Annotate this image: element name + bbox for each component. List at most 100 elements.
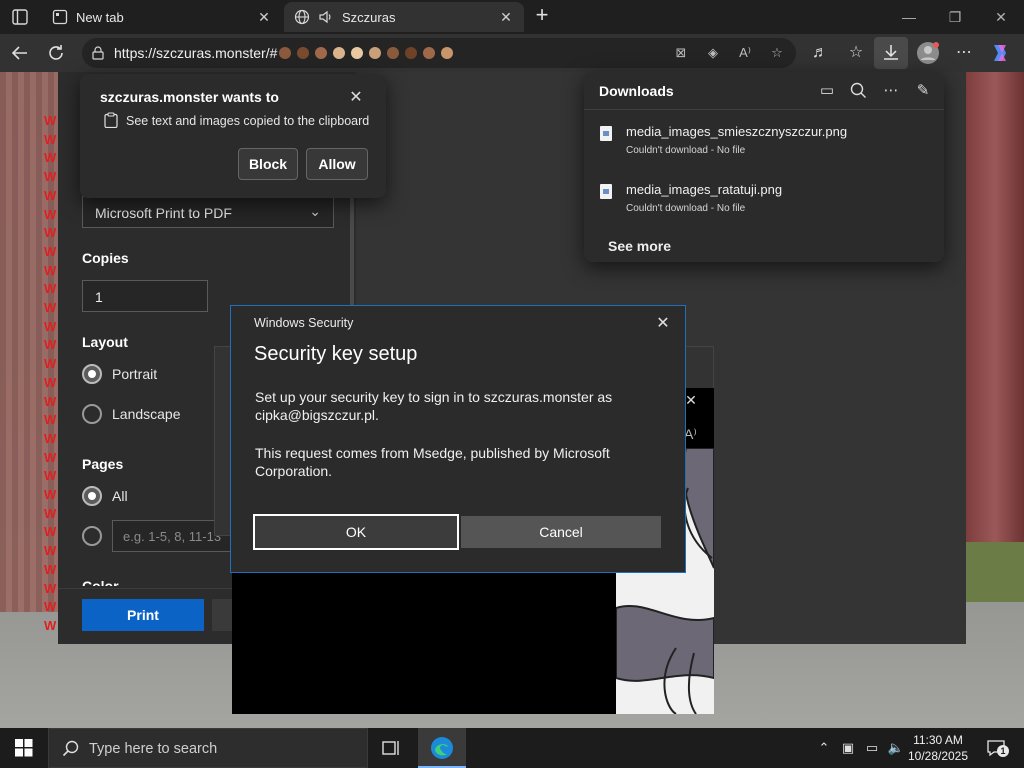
volume-muted-icon[interactable]: 🔈 [886,738,906,758]
dialog-body: Set up your security key to sign in to s… [255,388,655,500]
portrait-label: Portrait [112,366,158,382]
color-label: Color [82,578,119,586]
taskbar: Type here to search ⌃ ▣ ▭ 🔈 11:30 AM 10/… [0,728,1024,768]
cancel-button[interactable]: Cancel [461,516,661,548]
close-icon[interactable]: ✕ [651,312,675,336]
clipboard-icon [104,112,118,128]
open-folder-icon[interactable]: ▭ [816,80,838,102]
ok-button[interactable]: OK [253,514,459,550]
see-more-link[interactable]: See more [608,238,671,254]
copies-input[interactable]: 1 [82,280,208,312]
download-status: Couldn't download - No file [626,145,746,156]
chevron-down-icon: ⌄ [309,203,321,219]
tab-close-icon[interactable]: ✕ [252,9,276,26]
layout-label: Layout [82,334,128,350]
landscape-radio[interactable] [82,404,102,424]
downloads-flyout: Downloads ▭ ⋯ ✎ media_images_smieszcznys… [584,72,944,262]
allow-button[interactable]: Allow [306,148,368,180]
lock-icon[interactable] [90,45,106,61]
download-filename: media_images_ratatuji.png [626,182,783,197]
copies-label: Copies [82,250,129,266]
close-icon[interactable]: ✕ [346,88,366,108]
tab-label: New tab [76,9,124,25]
red-letter-column: WWWWWWWWWWWWWWWWWWWWWWWWWWWW [44,113,57,633]
printer-value: Microsoft Print to PDF [95,205,232,221]
image-file-icon [600,184,612,199]
windows-security-dialog: Windows Security ✕ Security key setup Se… [230,305,686,573]
permission-description: See text and images copied to the clipbo… [126,114,370,128]
background-grass [966,542,1024,602]
globe-icon [294,9,310,25]
pin-icon[interactable]: ✎ [912,80,934,102]
new-tab-button[interactable]: + [530,4,554,28]
favorites-icon[interactable]: ☆ [844,41,868,65]
search-placeholder: Type here to search [89,741,218,757]
clock-time: 11:30 AM [913,733,963,747]
dialog-message: Set up your security key to sign in to s… [255,389,613,423]
print-button[interactable]: Print [82,599,204,631]
printer-select[interactable]: Microsoft Print to PDF ⌄ [82,196,334,228]
taskbar-edge-button[interactable] [418,728,466,768]
dialog-title: Security key setup [254,343,418,365]
close-window-button[interactable]: ✕ [978,0,1024,34]
notification-count: 1 [997,745,1009,757]
network-icon[interactable]: ▭ [862,738,882,758]
read-aloud-icon[interactable]: A⁾ [734,42,756,64]
search-icon [62,740,79,757]
block-button[interactable]: Block [238,148,298,180]
minimize-button[interactable]: — [886,0,932,34]
task-view-icon[interactable] [380,738,402,758]
search-icon[interactable] [848,80,870,102]
tab-actions-icon[interactable] [10,7,30,27]
permission-title: szczuras.monster wants to [100,89,279,105]
pages-all-radio[interactable] [82,486,102,506]
download-filename: media_images_smieszcznyszczur.png [626,124,848,139]
new-tab-icon [52,9,68,25]
windows-start-icon[interactable] [0,728,48,768]
image-file-icon [600,126,612,141]
notification-icon[interactable]: 1 [986,738,1009,758]
edge-icon [431,737,453,759]
pages-label: Pages [82,456,124,472]
chevron-up-icon[interactable]: ⌃ [814,738,834,758]
download-status: Couldn't download - No file [626,203,746,214]
favorite-star-icon[interactable]: ☆ [766,42,788,64]
restore-button[interactable]: ❐ [932,0,978,34]
address-bar[interactable]: https://szczuras.monster/# ⊠ ◈ A⁾ ☆ [82,38,796,68]
browser-toolbar: https://szczuras.monster/# ⊠ ◈ A⁾ ☆ ♬ ☆ … [0,34,1024,72]
download-icon [884,45,898,60]
speaker-icon[interactable] [318,9,334,25]
security-tray-icon[interactable]: ▣ [838,738,858,758]
tab-close-icon[interactable]: ✕ [494,9,518,26]
back-icon[interactable] [8,41,32,65]
profile-icon[interactable] [916,41,940,65]
tab-new-tab[interactable]: New tab ✕ [42,2,282,32]
taskbar-clock[interactable]: 11:30 AM 10/28/2025 [906,732,970,764]
pages-all-label: All [112,488,128,504]
tab-label: Szczuras [342,9,396,25]
dialog-header: Windows Security [254,316,354,330]
taskbar-search[interactable]: Type here to search [48,728,368,768]
tab-szczuras[interactable]: Szczuras ✕ [284,2,524,32]
app-available-icon[interactable]: ◈ [702,42,724,64]
refresh-icon[interactable] [44,41,68,65]
dialog-source: This request comes from Msedge, publishe… [255,445,610,479]
landscape-label: Landscape [112,406,181,422]
emoji-faces-icon [279,47,453,59]
copilot-icon[interactable] [988,41,1012,65]
download-item[interactable]: media_images_ratatuji.png Couldn't downl… [598,182,928,226]
more-options-icon[interactable]: ⋯ [880,80,902,102]
pages-range-radio[interactable] [82,526,102,546]
more-icon[interactable]: ⋯ [952,41,976,65]
extensions-icon[interactable]: ♬ [808,41,832,65]
download-item[interactable]: media_images_smieszcznyszczur.png Couldn… [598,124,928,168]
tracking-icon[interactable]: ⊠ [670,42,692,64]
clipboard-permission-popup: szczuras.monster wants to ✕ See text and… [80,74,386,198]
clock-date: 10/28/2025 [907,749,969,763]
downloads-button[interactable] [874,37,908,69]
url-text: https://szczuras.monster/# [114,45,278,61]
downloads-title: Downloads [599,83,674,99]
portrait-radio[interactable] [82,364,102,384]
title-bar: New tab ✕ Szczuras ✕ + — ❐ ✕ [0,0,1024,34]
divider [584,109,944,110]
